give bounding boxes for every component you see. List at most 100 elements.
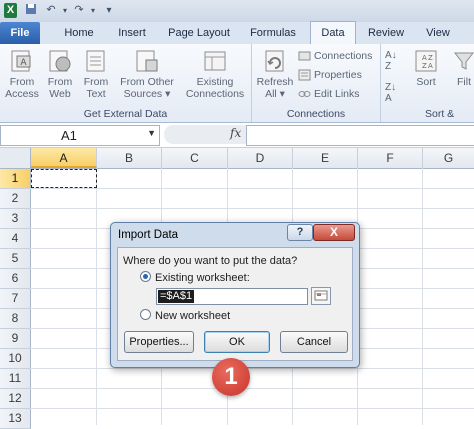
column-header[interactable]: G (423, 148, 474, 168)
column-headers: A B C D E F G (0, 148, 474, 169)
row-header[interactable]: 13 (0, 409, 31, 429)
connections-button[interactable]: Connections (298, 48, 372, 64)
refresh-line1: Refresh (256, 76, 294, 88)
from-web-button[interactable]: From Web (42, 48, 78, 100)
gridline (422, 168, 423, 425)
group-label-connections: Connections (286, 108, 346, 120)
row-header[interactable]: 3 (0, 209, 31, 229)
column-header[interactable]: A (31, 148, 97, 168)
gridline (96, 168, 97, 425)
row-header[interactable]: 2 (0, 189, 31, 209)
collapse-dialog-button[interactable] (311, 287, 331, 305)
edit-links-button[interactable]: Edit Links (298, 86, 360, 102)
sort-icon: A ZZ A (415, 50, 437, 72)
formula-tools: fx (164, 125, 246, 144)
from-text-line1: From (83, 76, 109, 88)
close-icon[interactable]: X (313, 224, 355, 241)
group-label-sort-filter: Sort & (425, 108, 455, 120)
ok-button[interactable]: OK (204, 331, 270, 353)
web-icon (49, 50, 71, 72)
formula-input[interactable] (246, 125, 474, 146)
help-icon[interactable]: ? (287, 224, 313, 241)
column-header[interactable]: C (162, 148, 228, 168)
dialog-prompt: Where do you want to put the data? (123, 255, 298, 267)
dialog-title: Import Data (118, 229, 179, 241)
redo-dropdown-icon[interactable]: ▾ (86, 3, 100, 18)
existing-worksheet-label: Existing worksheet: (155, 272, 250, 284)
sort-button[interactable]: AZZA Sort (409, 48, 443, 88)
tab-file[interactable]: File (0, 22, 40, 44)
select-all-corner[interactable] (0, 148, 31, 168)
sort-ascending-button[interactable]: A↓ Z (385, 50, 397, 72)
properties-button[interactable]: Properties... (124, 331, 194, 353)
row-header[interactable]: 9 (0, 329, 31, 349)
row-header[interactable]: 10 (0, 349, 31, 369)
column-header[interactable]: B (97, 148, 162, 168)
name-box-dropdown-icon[interactable]: ▼ (147, 128, 156, 138)
connections-label: Connections (314, 50, 373, 62)
tab-data[interactable]: Data (310, 21, 356, 44)
row-header[interactable]: 5 (0, 249, 31, 269)
tab-home[interactable]: Home (56, 22, 102, 44)
tab-review[interactable]: Review (362, 22, 410, 44)
name-box[interactable]: A1 ▼ (0, 125, 160, 146)
existing-worksheet-option[interactable]: Existing worksheet: (140, 271, 250, 284)
excel-app-icon[interactable]: X (4, 3, 17, 18)
existing-connections-icon (204, 51, 226, 71)
filter-button[interactable]: Filt (451, 48, 474, 88)
connections-icon (298, 50, 311, 62)
redo-icon[interactable]: ↷ (72, 3, 86, 18)
sort-label: Sort (416, 76, 436, 88)
new-worksheet-radio[interactable] (140, 309, 151, 320)
import-data-dialog: Import Data ? X Where do you want to put… (110, 222, 360, 368)
group-connections: Refresh All ▾ Connections Properties Edi… (252, 44, 381, 122)
undo-dropdown-icon[interactable]: ▾ (58, 3, 72, 18)
tab-insert[interactable]: Insert (110, 22, 154, 44)
customize-qat-icon[interactable]: ▾ (102, 3, 116, 18)
cancel-button[interactable]: Cancel (280, 331, 348, 353)
existing-connections-line2: Connections (185, 88, 245, 100)
existing-connections-line1: Existing (196, 76, 234, 88)
other-sources-icon (136, 50, 158, 72)
refresh-icon (265, 50, 284, 72)
row-header[interactable]: 7 (0, 289, 31, 309)
from-other-sources-button[interactable]: From Other Sources ▾ (116, 48, 178, 100)
undo-icon[interactable]: ↶ (44, 3, 58, 18)
text-file-icon (86, 50, 105, 72)
row-header[interactable]: 12 (0, 389, 31, 409)
from-other-line1: From Other (120, 76, 174, 88)
refresh-line2: All ▾ (265, 88, 285, 100)
row-header[interactable]: 6 (0, 269, 31, 289)
svg-text:Z: Z (428, 54, 433, 62)
sort-descending-button[interactable]: Z↓ A (385, 82, 396, 104)
insert-function-icon[interactable]: fx (230, 126, 241, 140)
column-header[interactable]: F (358, 148, 423, 168)
tab-formulas[interactable]: Formulas (244, 22, 302, 44)
properties-button[interactable]: Properties (298, 67, 362, 83)
from-access-button[interactable]: A From Access (2, 48, 42, 100)
group-label-get-external-data: Get External Data (83, 108, 168, 120)
row-header[interactable]: 8 (0, 309, 31, 329)
from-access-line1: From (9, 76, 35, 88)
from-text-button[interactable]: From Text (78, 48, 114, 100)
tab-view[interactable]: View (418, 22, 458, 44)
tab-page-layout[interactable]: Page Layout (164, 22, 234, 44)
range-input[interactable]: =$A$1 (156, 288, 308, 305)
ribbon-tabs: File Home Insert Page Layout Formulas Da… (0, 21, 474, 45)
from-access-line2: Access (5, 88, 39, 100)
row-header[interactable]: 11 (0, 369, 31, 389)
range-picker-icon (314, 290, 328, 301)
row-header[interactable]: 1 (0, 169, 31, 189)
new-worksheet-label: New worksheet (155, 310, 231, 322)
access-icon: A (11, 50, 31, 72)
save-icon[interactable] (24, 3, 38, 18)
existing-connections-button[interactable]: Existing Connections (182, 48, 248, 100)
new-worksheet-option[interactable]: New worksheet (140, 309, 230, 322)
row-header[interactable]: 4 (0, 229, 31, 249)
from-text-line2: Text (86, 88, 106, 100)
active-cell-a1[interactable] (31, 169, 97, 188)
column-header[interactable]: D (228, 148, 293, 168)
refresh-all-button[interactable]: Refresh All ▾ (254, 48, 296, 100)
existing-worksheet-radio[interactable] (140, 271, 151, 282)
column-header[interactable]: E (293, 148, 358, 168)
